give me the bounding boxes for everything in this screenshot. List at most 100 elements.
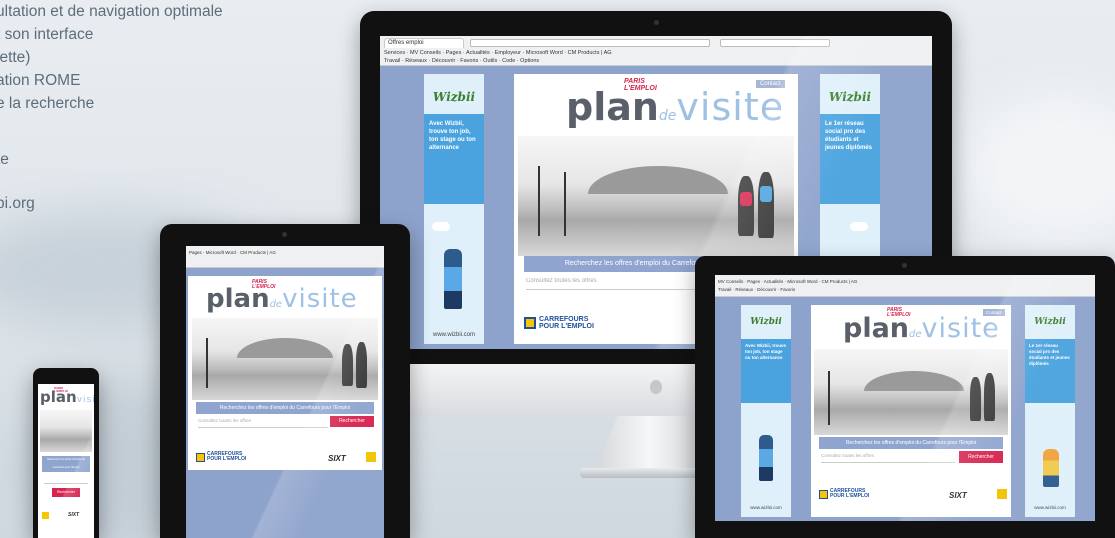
- search-banner: Recherchez les offres d'emploi du Carref…: [42, 456, 90, 472]
- cpe-square: [819, 489, 828, 499]
- cpe-logo: CARREFOURS POUR L'EMPLOI: [524, 316, 594, 331]
- intro-line: te: [0, 151, 9, 168]
- person-silhouette: [970, 377, 981, 421]
- cpe-square: [42, 512, 49, 519]
- title-plan: plan: [843, 313, 910, 344]
- bookmark[interactable]: CM Products | AG: [568, 50, 612, 56]
- color-accent: [760, 186, 772, 202]
- bookmark[interactable]: Réseaux: [405, 58, 427, 64]
- contact-label[interactable]: Contact: [983, 309, 1005, 316]
- search-button[interactable]: Rechercher: [959, 451, 1003, 463]
- wizbii-ad-left[interactable]: Wizbii Avec Wizbii, trouve ton job, ton …: [424, 74, 484, 344]
- browser-chrome: Offres emploi Services · MV Conseils · P…: [380, 36, 932, 66]
- background-blur: [960, 90, 1115, 250]
- bookmark[interactable]: Favoris: [460, 58, 478, 64]
- wizbii-blurb: Avec Wizbii, trouve ton job, ton stage o…: [745, 343, 787, 360]
- bookmark-bar: Pages · Microsoft Word · CM Products | A…: [189, 250, 276, 255]
- search-input[interactable]: Consultez toutes les offres: [198, 418, 328, 428]
- search-input[interactable]: [44, 476, 88, 484]
- bookmark[interactable]: Services: [384, 50, 405, 56]
- wizbii-logo: Wizbii: [750, 317, 782, 327]
- intro-line: ation ROME: [0, 72, 81, 89]
- bookmark[interactable]: Pages: [747, 279, 760, 284]
- bookmark[interactable]: CM Products | AG: [822, 279, 858, 284]
- wizbii-site[interactable]: www.wizbii.com: [741, 505, 791, 510]
- bookmark[interactable]: Microsoft Word: [206, 250, 236, 255]
- person-silhouette: [356, 342, 367, 388]
- title-plan: plan: [40, 388, 77, 406]
- search-banner: Recherchez les offres d'emploi du Carref…: [819, 437, 1003, 449]
- browser-chrome: MV Conseils · Pages · Actualités · Micro…: [715, 275, 1095, 297]
- bookmark[interactable]: Découvrir: [757, 287, 776, 292]
- camera-icon: [902, 263, 907, 268]
- venue-photo: [814, 349, 1008, 435]
- bookmark[interactable]: Pages: [446, 50, 462, 56]
- character-illustration: [1043, 449, 1059, 487]
- bookmark[interactable]: MV Conseils: [410, 50, 441, 56]
- bookmark[interactable]: Réseaux: [735, 287, 753, 292]
- bookmark[interactable]: CM Products | AG: [240, 250, 276, 255]
- tent-roof: [588, 166, 728, 194]
- bookmark[interactable]: Outils: [483, 58, 497, 64]
- bookmark[interactable]: MV Conseils: [718, 279, 743, 284]
- browser-search[interactable]: [720, 39, 830, 47]
- bookmark-bar: MV Conseils · Pages · Actualités · Micro…: [718, 279, 858, 284]
- bookmark[interactable]: Microsoft Word: [526, 50, 563, 56]
- bookmark-bar: Services · MV Conseils · Pages · Actuali…: [384, 50, 612, 56]
- venue-photo: [40, 410, 92, 452]
- url-bar[interactable]: [470, 39, 710, 47]
- cpe-logo: CARREFOURS POUR L'EMPLOI: [196, 451, 247, 463]
- search-input[interactable]: Consultez toutes les offres: [821, 453, 955, 463]
- title-visite: visite: [76, 395, 94, 405]
- wizbii-blurb: Avec Wizbii, trouve ton job, ton stage o…: [429, 121, 476, 151]
- person-silhouette: [738, 176, 754, 236]
- browser-chrome: Pages · Microsoft Word · CM Products | A…: [186, 246, 384, 268]
- intro-line: lette): [0, 49, 31, 66]
- title-visite: visite: [282, 284, 358, 314]
- wizbii-ad-right[interactable]: Wizbii Le 1er réseau social pro des étud…: [1025, 305, 1075, 517]
- bookmark[interactable]: Actualités: [466, 50, 490, 56]
- cpe-line1: CARREFOURS: [539, 316, 589, 323]
- page-title: planvisite: [40, 390, 94, 408]
- intro-line: ultation et de navigation optimale: [0, 3, 223, 20]
- cpe-logo: CARREFOURS POUR L'EMPLOI: [819, 488, 869, 500]
- bookmark[interactable]: Employeur: [495, 50, 521, 56]
- wizbii-ad-left[interactable]: Wizbii Avec Wizbii, trouve ton job, ton …: [741, 305, 791, 517]
- sponsor-logo: SIXT: [949, 491, 967, 500]
- tent-roof: [237, 338, 333, 358]
- bookmark[interactable]: Code: [502, 58, 515, 64]
- title-plan: plan: [566, 85, 659, 129]
- bookmark[interactable]: Favoris: [780, 287, 795, 292]
- intro-line: e la recherche: [0, 95, 95, 112]
- cpe-line2: POUR L'EMPLOI: [207, 456, 247, 463]
- intro-line: bi.org: [0, 195, 35, 212]
- bookmark[interactable]: Découvrir: [432, 58, 456, 64]
- wizbii-logo: Wizbii: [1034, 317, 1066, 327]
- person-silhouette: [342, 344, 353, 386]
- bookmark[interactable]: Pages: [189, 250, 202, 255]
- search-banner: Recherchez les offres d'emploi du Carref…: [196, 402, 374, 414]
- wizbii-blurb: Le 1er réseau social pro des étudiants e…: [1029, 343, 1070, 366]
- search-button[interactable]: Rechercher: [52, 488, 80, 497]
- bookmark[interactable]: Travail: [384, 58, 400, 64]
- bookmark[interactable]: Actualités: [764, 279, 784, 284]
- color-accent: [740, 192, 752, 206]
- title-visite: visite: [676, 85, 785, 129]
- bookmark[interactable]: Microsoft Word: [787, 279, 817, 284]
- bookmark[interactable]: Travail: [718, 287, 731, 292]
- title-de: de: [909, 329, 922, 340]
- sponsor-box: [997, 489, 1007, 499]
- cloud-shape: [850, 222, 868, 231]
- intro-line: t son interface: [0, 26, 94, 43]
- tent-roof: [864, 371, 964, 391]
- search-button[interactable]: Rechercher: [330, 416, 374, 427]
- lamp-post: [206, 338, 208, 388]
- lamp-post: [564, 172, 566, 236]
- wizbii-logo: Wizbii: [828, 90, 872, 104]
- contact-label[interactable]: Contact: [756, 80, 785, 88]
- bookmark[interactable]: Options: [520, 58, 539, 64]
- title-de: de: [658, 108, 677, 124]
- wizbii-site[interactable]: www.wizbii.com: [1025, 505, 1075, 510]
- browser-tab[interactable]: Offres emploi: [384, 38, 464, 48]
- wizbii-site[interactable]: www.wizbii.com: [424, 332, 484, 338]
